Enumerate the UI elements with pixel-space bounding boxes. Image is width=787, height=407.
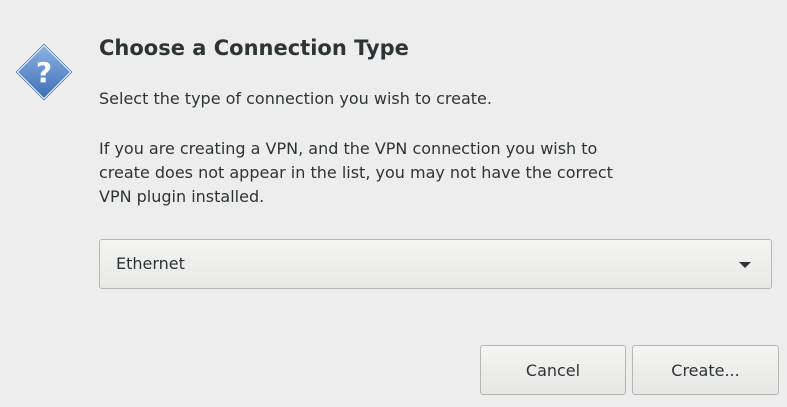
connection-type-value: Ethernet (116, 254, 185, 273)
dialog-subtitle: Select the type of connection you wish t… (99, 89, 492, 108)
svg-text:?: ? (36, 56, 52, 89)
create-button[interactable]: Create... (632, 345, 779, 395)
cancel-button[interactable]: Cancel (480, 345, 626, 395)
dialog-title: Choose a Connection Type (99, 36, 409, 60)
question-icon: ? (13, 41, 75, 103)
chevron-down-icon (739, 262, 751, 268)
vpn-notice: If you are creating a VPN, and the VPN c… (99, 139, 613, 206)
choose-connection-type-dialog: ? Choose a Connection Type Select the ty… (0, 0, 787, 407)
connection-type-select[interactable]: Ethernet (99, 239, 772, 289)
